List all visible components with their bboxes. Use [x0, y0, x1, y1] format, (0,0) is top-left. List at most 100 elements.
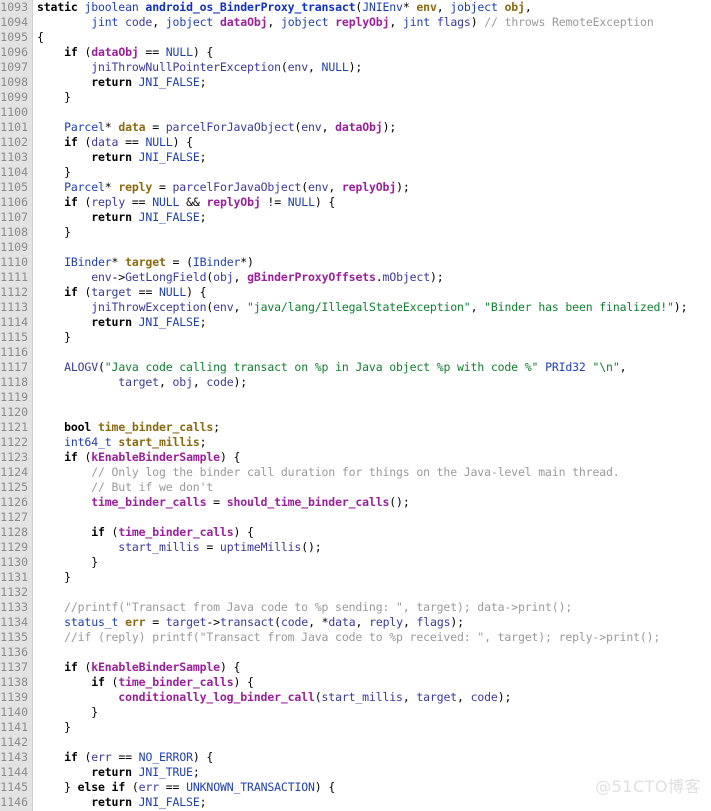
line-text: target, obj, code);	[37, 375, 247, 390]
line-number: 1116	[0, 345, 28, 359]
line-text: // Only log the binder call duration for…	[37, 465, 620, 480]
line-number: 1112	[0, 285, 28, 299]
token-punc: ,	[328, 180, 342, 194]
code-line[interactable]: 1096 if (dataObj == NULL) {	[0, 45, 711, 60]
code-line[interactable]: 1122 int64_t start_millis;	[0, 435, 711, 450]
code-line[interactable]: 1135 //if (reply) printf("Transact from …	[0, 630, 711, 645]
code-line[interactable]: 1121 bool time_binder_calls;	[0, 420, 711, 435]
code-line[interactable]: 1132	[0, 585, 711, 600]
token-kw: else if	[77, 780, 126, 794]
code-line[interactable]: 1102 if (data == NULL) {	[0, 135, 711, 150]
line-text: if (target == NULL) {	[37, 285, 206, 300]
token-const: NULL	[287, 195, 315, 209]
token-punc: ) {	[233, 675, 254, 689]
token-id: target	[91, 285, 132, 299]
code-line[interactable]: 1146 return JNI_FALSE;	[0, 795, 711, 810]
code-line[interactable]: 1117 ALOGV("Java code calling transact o…	[0, 360, 711, 375]
code-line[interactable]: 1103 return JNI_FALSE;	[0, 150, 711, 165]
token-punc: (	[314, 690, 322, 704]
token-var: reply	[118, 180, 153, 194]
code-line[interactable]: 1113 jniThrowException(env, "java/lang/I…	[0, 300, 711, 315]
code-line[interactable]: 1108 }	[0, 225, 711, 240]
code-line[interactable]: 1124 // Only log the binder call duratio…	[0, 465, 711, 480]
code-line[interactable]: 1112 if (target == NULL) {	[0, 285, 711, 300]
code-line[interactable]: 1109	[0, 240, 711, 255]
code-line[interactable]: 1138 if (time_binder_calls) {	[0, 675, 711, 690]
token-punc: ,	[457, 690, 471, 704]
token-punc: ) {	[192, 45, 214, 59]
token-type: int64_t	[64, 435, 112, 449]
code-editor[interactable]: 1093 static jboolean android_os_BinderPro…	[0, 0, 711, 811]
token-punc: ,	[524, 0, 532, 14]
token-macro: dataObj	[91, 45, 139, 59]
token-id: mObject	[382, 270, 431, 284]
line-text: }	[37, 90, 71, 105]
code-line[interactable]: 1097 jniThrowNullPointerException(env, N…	[0, 60, 711, 75]
token-punc: }	[64, 165, 71, 179]
code-line[interactable]: 1118 target, obj, code);	[0, 375, 711, 390]
code-line[interactable]: 1139 conditionally_log_binder_call(start…	[0, 690, 711, 705]
code-line[interactable]: 1119	[0, 390, 711, 405]
code-line[interactable]: 1133 //printf("Transact from Java code t…	[0, 600, 711, 615]
code-line[interactable]: 1130 }	[0, 555, 711, 570]
token-macro: gBinderProxyOffsets	[247, 270, 376, 284]
code-line[interactable]: 1120	[0, 405, 711, 420]
line-text: }	[37, 705, 98, 720]
token-cmt: // Only log the binder call duration for…	[91, 465, 620, 479]
token-id: env	[308, 180, 329, 194]
token-punc: ;	[199, 315, 207, 329]
code-line[interactable]: 1107 return JNI_FALSE;	[0, 210, 711, 225]
token-punc: ,	[233, 270, 248, 284]
code-line[interactable]: 1137 if (kEnableBinderSample) {	[0, 660, 711, 675]
code-line[interactable]: 1115 }	[0, 330, 711, 345]
code-line[interactable]: 1126 time_binder_calls = should_time_bin…	[0, 495, 711, 510]
code-line[interactable]: 1095 {	[0, 30, 711, 45]
code-line[interactable]: 1131 }	[0, 570, 711, 585]
token-id: target	[416, 690, 458, 704]
code-line[interactable]: 1136	[0, 645, 711, 660]
token-punc: }	[64, 570, 71, 584]
token-punc: );	[382, 120, 397, 134]
code-line[interactable]: 1116	[0, 345, 711, 360]
code-line[interactable]: 1110 IBinder* target = (IBinder*)	[0, 255, 711, 270]
code-line[interactable]: 1106 if (reply == NULL && replyObj != NU…	[0, 195, 711, 210]
line-text: }	[37, 165, 71, 180]
token-punc: (	[280, 60, 288, 74]
token-const: NULL	[321, 60, 349, 74]
code-line[interactable]: 1093 static jboolean android_os_BinderPro…	[0, 0, 711, 15]
code-line[interactable]: 1101 Parcel* data = parcelForJavaObject(…	[0, 120, 711, 135]
code-line[interactable]: 1123 if (kEnableBinderSample) {	[0, 450, 711, 465]
code-line[interactable]: 1105 Parcel* reply = parcelForJavaObject…	[0, 180, 711, 195]
code-line[interactable]: 1099 }	[0, 90, 711, 105]
code-content-area[interactable]: 1093 static jboolean android_os_BinderPro…	[0, 0, 711, 811]
code-line[interactable]: 1127	[0, 510, 711, 525]
token-punc: }	[64, 330, 71, 344]
code-line[interactable]: 1111 env->GetLongField(obj, gBinderProxy…	[0, 270, 711, 285]
code-line[interactable]: 1104 }	[0, 165, 711, 180]
code-line[interactable]: 1142	[0, 735, 711, 750]
code-line[interactable]: 1141 }	[0, 720, 711, 735]
token-punc: , *	[308, 615, 329, 629]
code-line[interactable]: 1129 start_millis = uptimeMillis();	[0, 540, 711, 555]
line-text: return JNI_FALSE;	[37, 795, 206, 810]
code-line[interactable]: 1114 return JNI_FALSE;	[0, 315, 711, 330]
token-macro: dataObj	[219, 15, 268, 29]
token-punc: ;	[199, 795, 207, 809]
code-line[interactable]: 1125 // But if we don't	[0, 480, 711, 495]
token-punc: (	[97, 360, 105, 374]
token-id: start_millis	[321, 690, 403, 704]
code-line[interactable]: 1128 if (time_binder_calls) {	[0, 525, 711, 540]
code-line[interactable]: 1100	[0, 105, 711, 120]
code-line[interactable]: 1098 return JNI_FALSE;	[0, 75, 711, 90]
code-line[interactable]: 1134 status_t err = target->transact(cod…	[0, 615, 711, 630]
code-line[interactable]: 1143 if (err == NO_ERROR) {	[0, 750, 711, 765]
code-line[interactable]: 1094 jint code, jobject dataObj, jobject…	[0, 15, 711, 30]
token-const: NULL	[152, 195, 180, 209]
line-text: if (kEnableBinderSample) {	[37, 450, 240, 465]
code-line[interactable]: 1140 }	[0, 705, 711, 720]
